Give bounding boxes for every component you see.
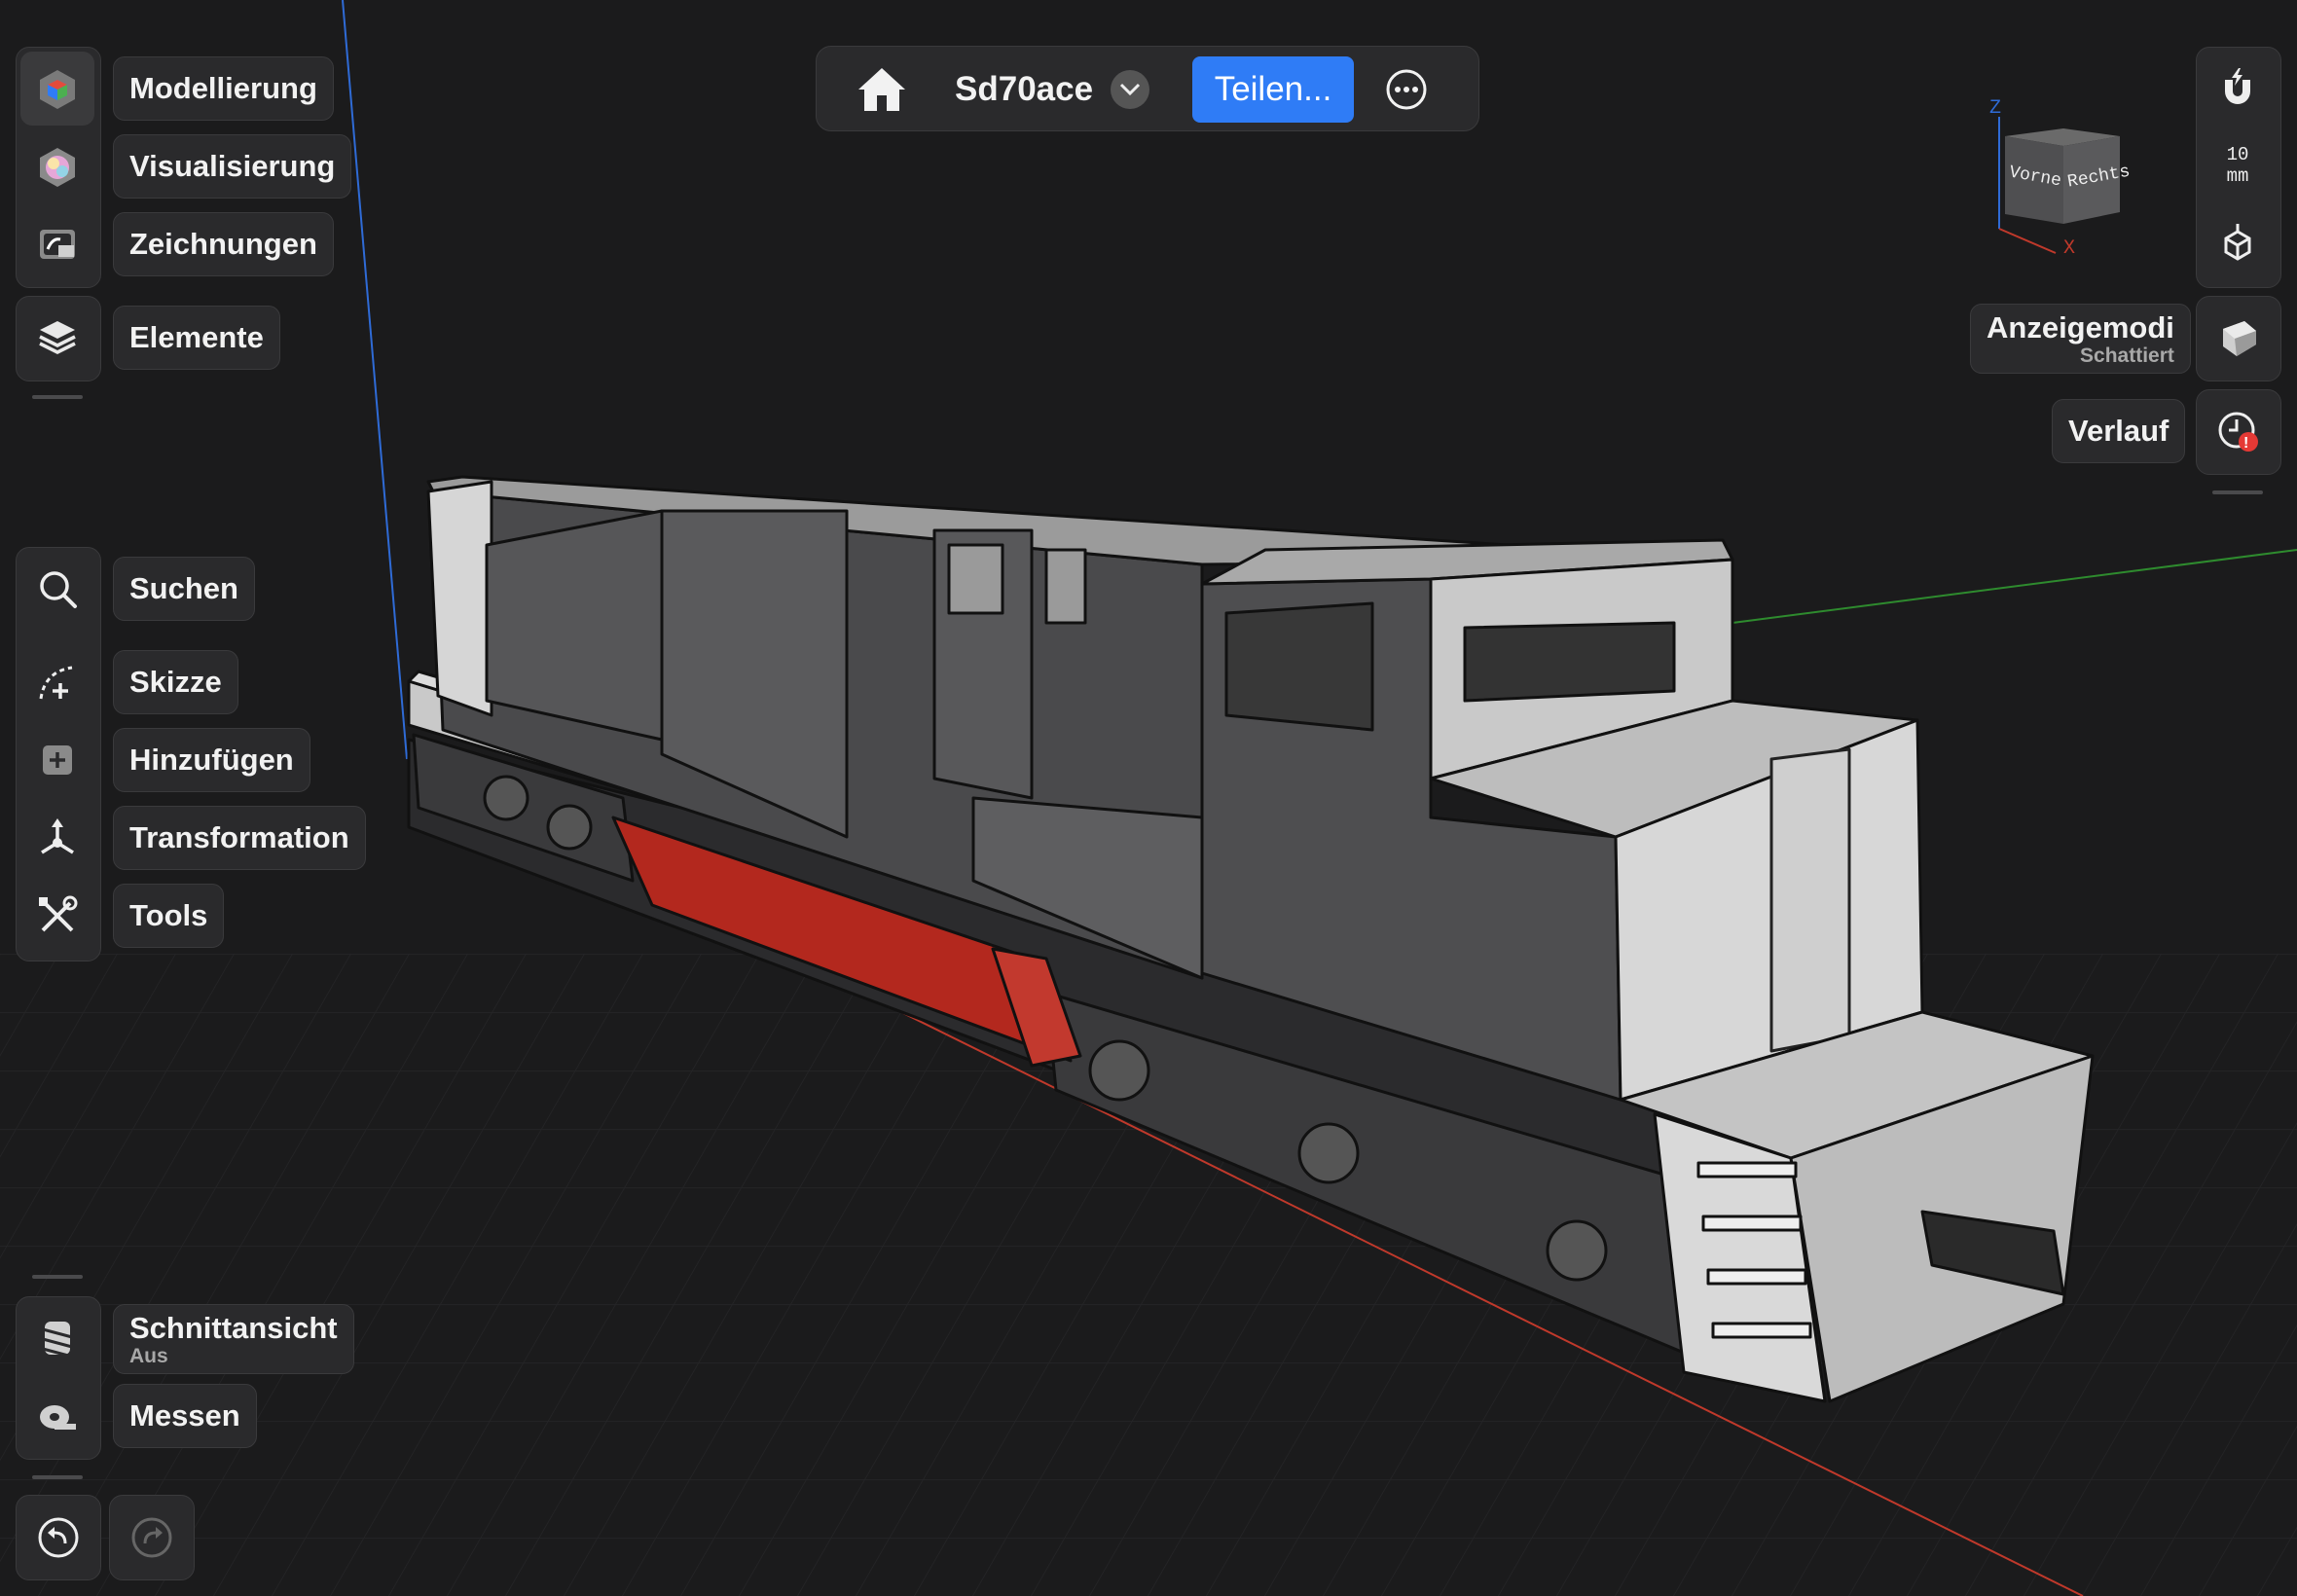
view-cube-x-label: X	[2063, 237, 2076, 260]
drawings-workspace-label[interactable]: Zeichnungen	[113, 212, 334, 276]
add-button[interactable]	[20, 723, 94, 797]
document-toolbar: Sd70ace Teilen...	[816, 46, 1479, 131]
modeling-workspace-label[interactable]: Modellierung	[113, 56, 334, 121]
elements-button[interactable]	[20, 301, 94, 375]
search-icon	[40, 571, 77, 608]
toolbar-divider	[32, 395, 83, 399]
view-cube[interactable]: Z X Vorne Rechts	[1986, 97, 2132, 263]
drawings-workspace-button[interactable]	[20, 207, 94, 281]
tools-icon	[39, 895, 78, 932]
measure-label[interactable]: Messen	[113, 1384, 257, 1448]
snap-button[interactable]	[2201, 52, 2275, 126]
display-modes-button[interactable]	[2196, 296, 2281, 381]
measure-button[interactable]	[20, 1379, 94, 1453]
modeling-cube-icon	[40, 70, 75, 109]
home-icon	[858, 68, 905, 111]
section-view-status: Aus	[129, 1345, 168, 1367]
display-modes-label[interactable]: Anzeigemodi Schattiert	[1970, 304, 2191, 374]
iso-cube-icon	[2224, 224, 2251, 261]
section-view-icon	[42, 1322, 73, 1359]
search-button[interactable]	[20, 552, 94, 626]
history-button[interactable]: !	[2196, 389, 2281, 475]
redo-icon	[131, 1517, 172, 1558]
undo-button[interactable]	[16, 1495, 101, 1580]
toolbar-divider	[32, 1475, 83, 1479]
rear-end	[426, 480, 493, 717]
more-options-button[interactable]	[1385, 68, 1428, 111]
add-label[interactable]: Hinzufügen	[113, 728, 310, 792]
shaded-display-icon	[2223, 321, 2256, 356]
measure-tape-icon	[40, 1405, 76, 1430]
view-cube-z-label: Z	[1989, 97, 2002, 120]
document-menu-chevron[interactable]	[1111, 70, 1149, 109]
modeling-workspace-button[interactable]	[20, 52, 94, 126]
ellipsis-circle-icon	[1386, 69, 1427, 110]
add-icon	[43, 745, 72, 775]
tools-button[interactable]	[20, 879, 94, 953]
display-modes-status: Schattiert	[2080, 345, 2174, 367]
search-label[interactable]: Suchen	[113, 557, 255, 621]
redo-button[interactable]	[109, 1495, 195, 1580]
toolbar-divider	[2212, 490, 2263, 494]
history-clock-icon	[2218, 412, 2258, 452]
visualization-workspace-label[interactable]: Visualisierung	[113, 134, 352, 199]
share-button[interactable]: Teilen...	[1192, 56, 1354, 123]
view-orientation-button[interactable]	[2201, 207, 2275, 281]
history-alert-badge: !	[2243, 435, 2249, 452]
transform-label[interactable]: Transformation	[113, 806, 366, 870]
sketch-button[interactable]	[20, 645, 94, 719]
magnet-icon	[2225, 68, 2250, 104]
toolbar-divider	[32, 1275, 83, 1279]
grid-size-button[interactable]: 10 mm	[2196, 144, 2279, 193]
home-button[interactable]	[856, 64, 908, 115]
chevron-down-icon	[1119, 83, 1141, 96]
document-title[interactable]: Sd70ace	[955, 47, 1093, 132]
sketch-icon	[39, 666, 73, 700]
layers-icon	[39, 321, 76, 354]
section-view-button[interactable]	[20, 1301, 94, 1375]
drawings-icon	[40, 230, 75, 259]
sketch-label[interactable]: Skizze	[113, 650, 238, 714]
transform-icon	[41, 818, 74, 854]
visualization-workspace-button[interactable]	[20, 129, 94, 203]
grid-size-unit: mm	[2226, 165, 2249, 187]
undo-icon	[38, 1517, 79, 1558]
tools-label[interactable]: Tools	[113, 884, 225, 948]
visualization-sphere-icon	[40, 148, 75, 187]
history-label[interactable]: Verlauf	[2052, 399, 2186, 463]
transform-button[interactable]	[20, 801, 94, 875]
section-view-label[interactable]: Schnittansicht Aus	[113, 1304, 354, 1374]
elements-label[interactable]: Elemente	[113, 306, 280, 370]
grid-size-value: 10	[2226, 144, 2249, 165]
